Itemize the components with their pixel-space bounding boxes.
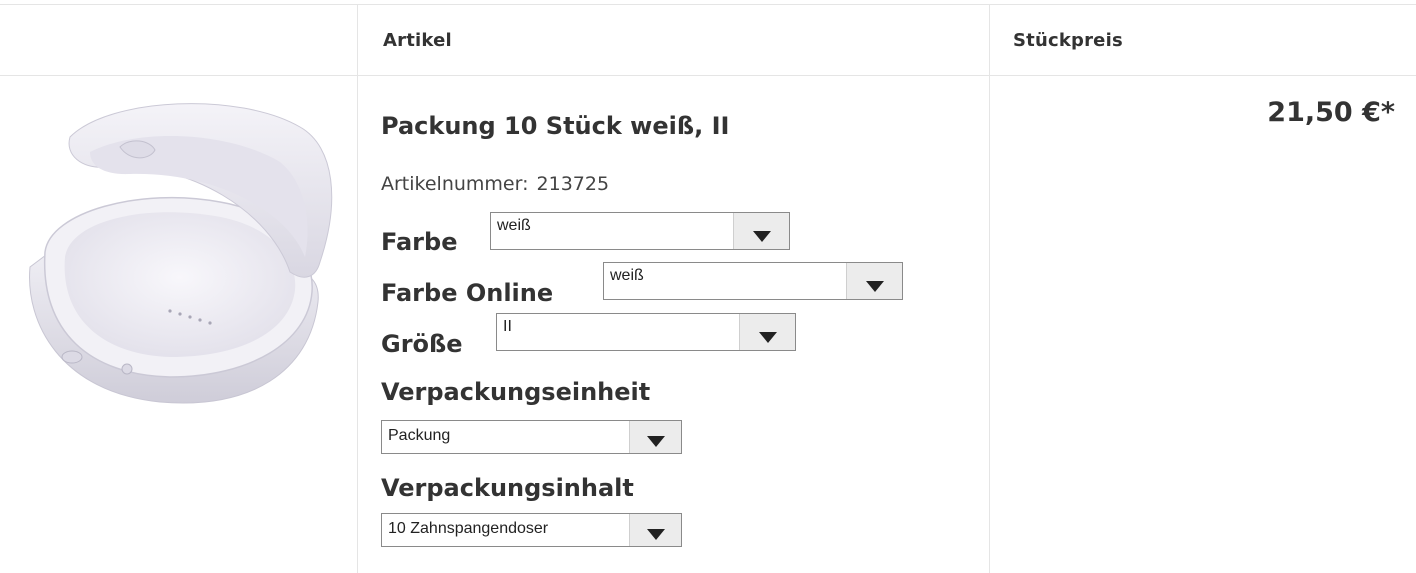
size-select[interactable]: II (496, 313, 796, 351)
color-online-select-value: weiß (610, 267, 644, 284)
header-bottom-border (0, 75, 1416, 76)
article-number-value: 213725 (536, 173, 610, 195)
product-table: Artikel Stückpreis Packung 10 Stück weiß… (0, 0, 1416, 573)
size-label: Größe (381, 330, 463, 358)
article-number-label: Artikelnummer: (381, 173, 529, 195)
product-image[interactable] (20, 92, 345, 412)
color-online-label: Farbe Online (381, 279, 554, 307)
color-online-select-arrow[interactable] (846, 263, 902, 299)
packaging-unit-select[interactable]: Packung (381, 420, 682, 454)
chevron-down-icon (646, 529, 665, 540)
packaging-content-label: Verpackungsinhalt (381, 474, 634, 502)
chevron-down-icon (646, 436, 665, 447)
product-title[interactable]: Packung 10 Stück weiß, II (381, 112, 729, 140)
table-top-border (0, 4, 1416, 5)
size-select-value: II (503, 318, 512, 335)
packaging-content-select-arrow[interactable] (629, 514, 681, 546)
size-select-arrow[interactable] (739, 314, 795, 350)
packaging-content-select-value: 10 Zahnspangendoser (388, 520, 549, 537)
chevron-down-icon (752, 231, 771, 242)
packaging-content-select[interactable]: 10 Zahnspangendoser (381, 513, 682, 547)
packaging-unit-select-value: Packung (388, 427, 451, 444)
unit-price: 21,50 €* (1267, 97, 1395, 128)
color-label: Farbe (381, 228, 458, 256)
article-number: Artikelnummer: 213725 (381, 173, 609, 195)
column-divider (989, 4, 990, 573)
column-header-unit-price: Stückpreis (1013, 30, 1123, 51)
packaging-unit-label: Verpackungseinheit (381, 378, 651, 406)
color-select-arrow[interactable] (733, 213, 789, 249)
chevron-down-icon (865, 281, 884, 292)
color-select[interactable]: weiß (490, 212, 790, 250)
chevron-down-icon (758, 332, 777, 343)
color-online-select[interactable]: weiß (603, 262, 903, 300)
color-select-value: weiß (497, 217, 531, 234)
column-header-article: Artikel (383, 30, 452, 51)
packaging-unit-select-arrow[interactable] (629, 421, 681, 453)
column-divider (357, 4, 358, 573)
